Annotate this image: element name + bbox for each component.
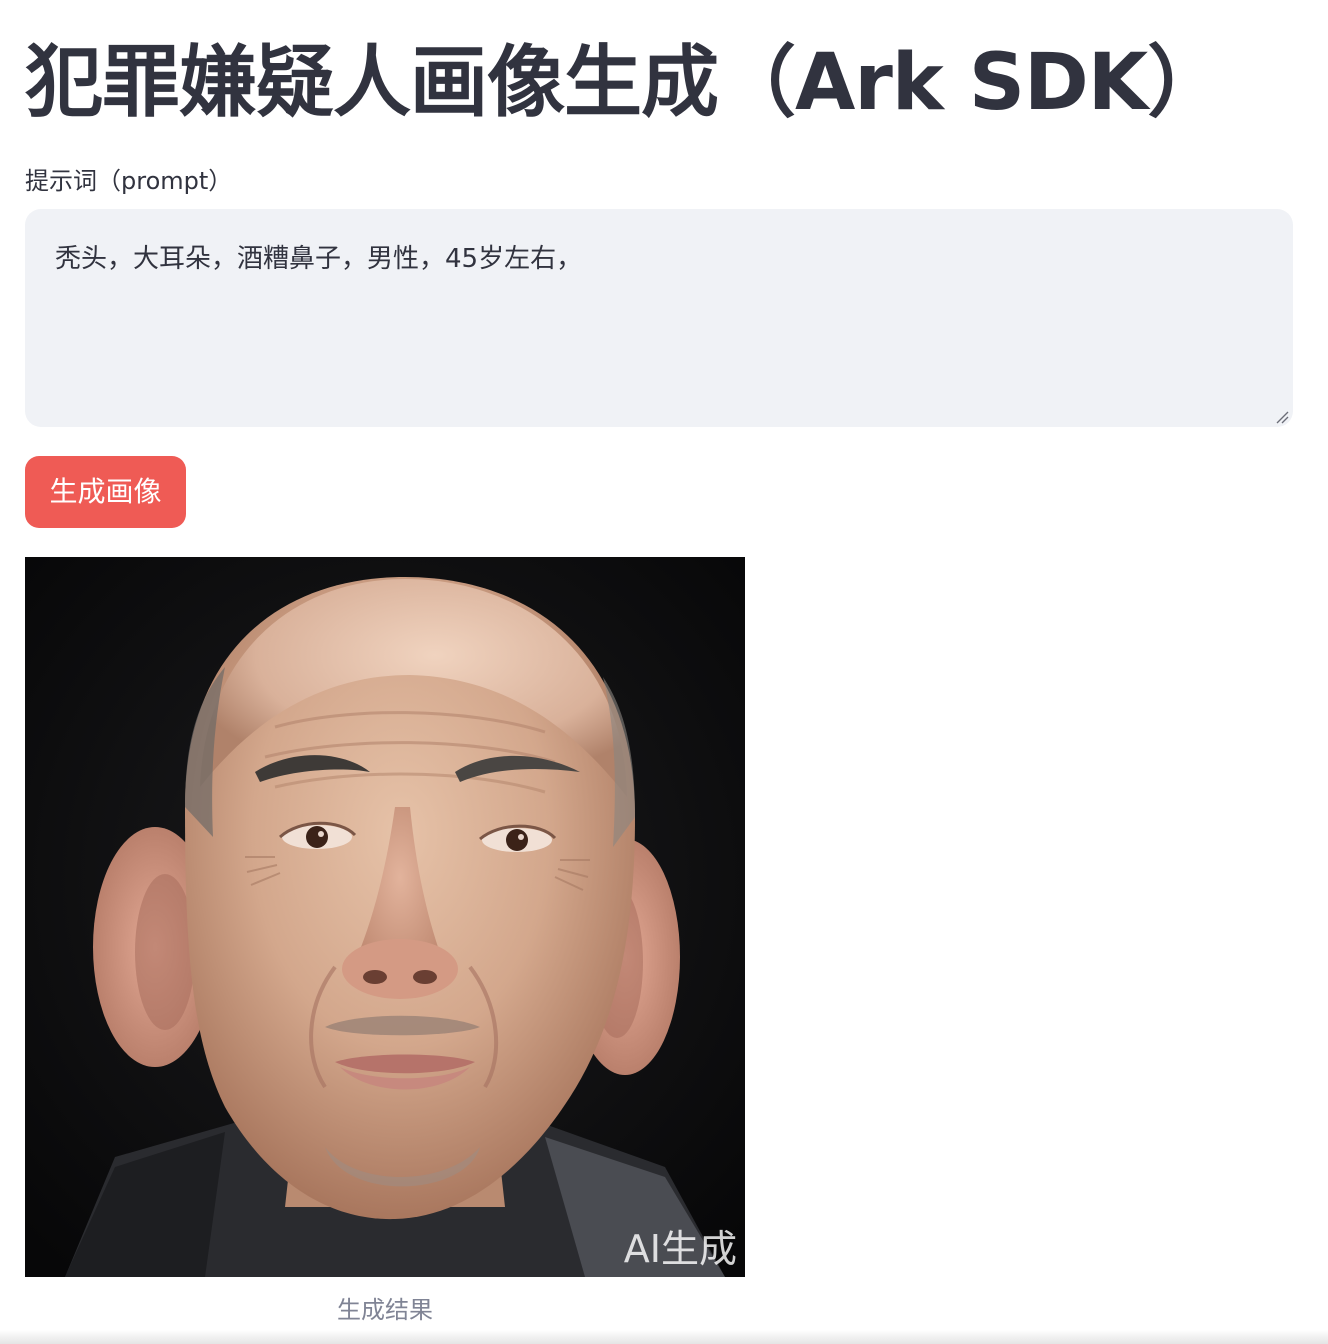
resize-handle-icon[interactable] (1275, 409, 1289, 424)
generate-portrait-button[interactable]: 生成画像 (25, 456, 186, 528)
page-title: 犯罪嫌疑人画像生成（Ark SDK） (25, 38, 1225, 128)
bottom-edge-shadow (0, 1330, 1328, 1344)
ai-generated-watermark: AI生成 (623, 1227, 737, 1271)
image-caption: 生成结果 (337, 1296, 433, 1324)
prompt-label: 提示词（prompt） (25, 167, 233, 195)
portrait-illustration (25, 557, 745, 1277)
app-page: 犯罪嫌疑人画像生成（Ark SDK） 提示词（prompt） 秃头，大耳朵，酒糟… (0, 0, 1328, 1344)
generated-portrait-image: AI生成 (25, 557, 745, 1277)
prompt-textarea[interactable]: 秃头，大耳朵，酒糟鼻子，男性，45岁左右， (25, 209, 1293, 427)
prompt-textarea-container: 秃头，大耳朵，酒糟鼻子，男性，45岁左右， (25, 209, 1293, 427)
